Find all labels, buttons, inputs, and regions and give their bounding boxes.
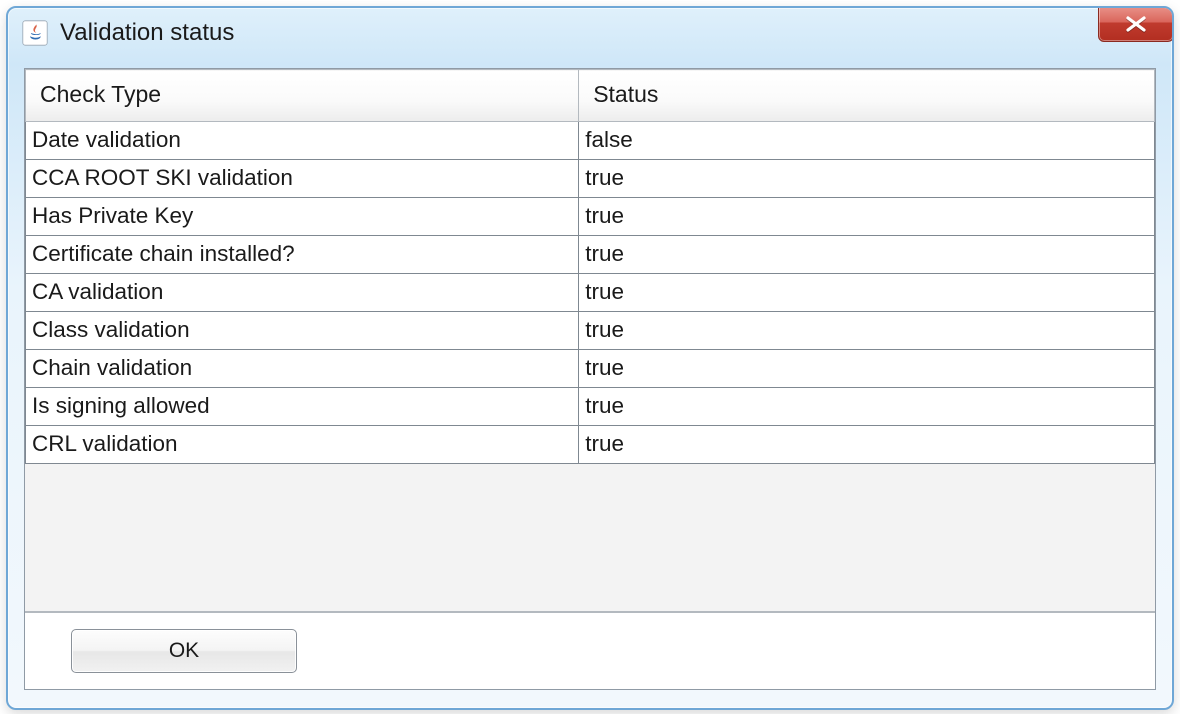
- java-app-icon: [22, 20, 48, 46]
- validation-table-container: Check Type Status Date validation false …: [25, 69, 1155, 613]
- cell-check-type: Chain validation: [26, 350, 579, 388]
- table-row[interactable]: Date validation false: [26, 122, 1155, 160]
- cell-check-type: Class validation: [26, 312, 579, 350]
- table-row[interactable]: Chain validation true: [26, 350, 1155, 388]
- column-header-check-type[interactable]: Check Type: [26, 70, 579, 122]
- cell-status: true: [579, 236, 1155, 274]
- cell-status: true: [579, 350, 1155, 388]
- table-row[interactable]: CCA ROOT SKI validation true: [26, 160, 1155, 198]
- cell-check-type: Is signing allowed: [26, 388, 579, 426]
- cell-check-type: Certificate chain installed?: [26, 236, 579, 274]
- table-row[interactable]: Class validation true: [26, 312, 1155, 350]
- cell-check-type: Date validation: [26, 122, 579, 160]
- table-row[interactable]: Certificate chain installed? true: [26, 236, 1155, 274]
- cell-check-type: CRL validation: [26, 426, 579, 464]
- cell-check-type: CA validation: [26, 274, 579, 312]
- cell-status: true: [579, 312, 1155, 350]
- table-row[interactable]: CRL validation true: [26, 426, 1155, 464]
- close-icon: [1125, 16, 1147, 32]
- ok-button[interactable]: OK: [71, 629, 297, 673]
- cell-status: true: [579, 274, 1155, 312]
- cell-check-type: CCA ROOT SKI validation: [26, 160, 579, 198]
- dialog-content: Check Type Status Date validation false …: [24, 68, 1156, 690]
- validation-status-dialog: Validation status: [6, 6, 1174, 710]
- dialog-footer: OK: [25, 613, 1155, 689]
- close-button[interactable]: [1098, 6, 1174, 42]
- window-title: Validation status: [60, 19, 1164, 47]
- cell-status: true: [579, 160, 1155, 198]
- table-row[interactable]: CA validation true: [26, 274, 1155, 312]
- table-row[interactable]: Has Private Key true: [26, 198, 1155, 236]
- cell-check-type: Has Private Key: [26, 198, 579, 236]
- titlebar[interactable]: Validation status: [8, 8, 1172, 58]
- cell-status: true: [579, 426, 1155, 464]
- table-row[interactable]: Is signing allowed true: [26, 388, 1155, 426]
- cell-status: false: [579, 122, 1155, 160]
- column-header-status[interactable]: Status: [579, 70, 1155, 122]
- cell-status: true: [579, 198, 1155, 236]
- validation-table: Check Type Status Date validation false …: [25, 69, 1155, 464]
- table-header-row: Check Type Status: [26, 70, 1155, 122]
- cell-status: true: [579, 388, 1155, 426]
